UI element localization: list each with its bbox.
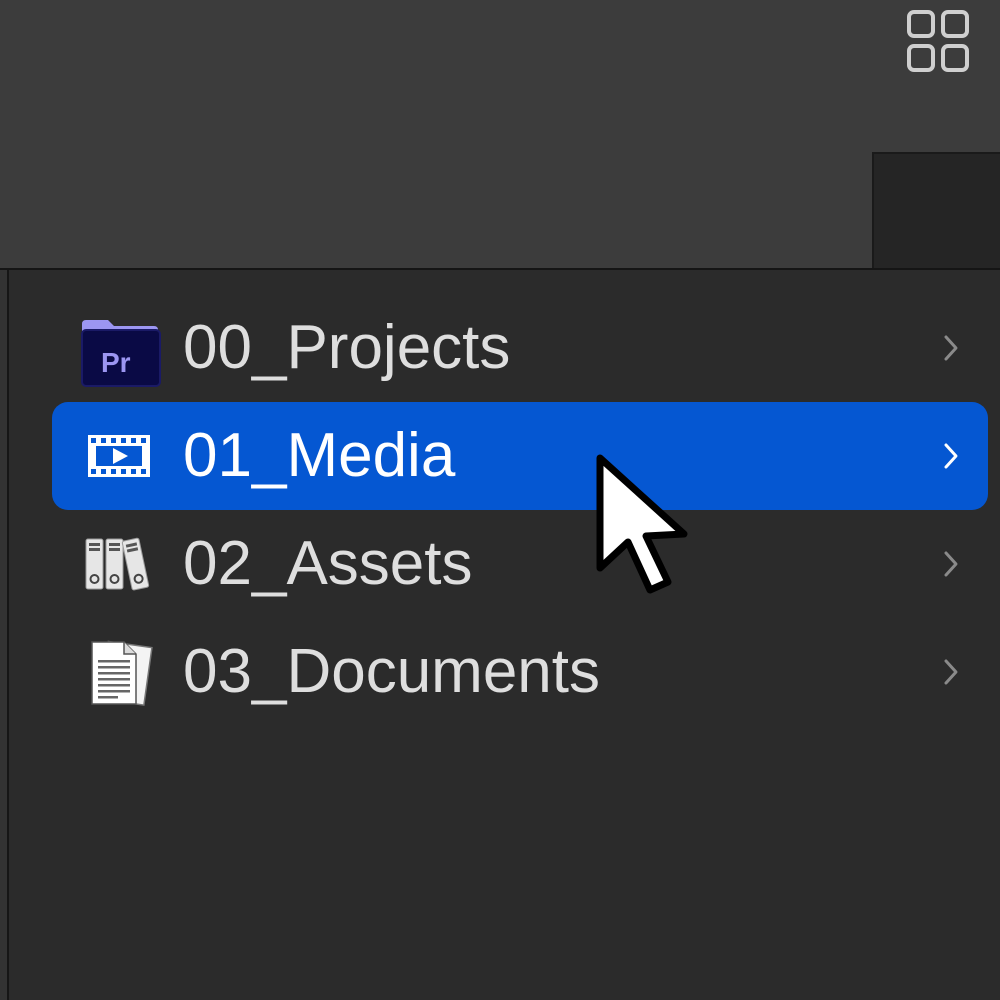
column-divider[interactable]	[0, 270, 9, 1000]
chevron-right-icon	[942, 657, 960, 687]
grid-view-icon	[907, 10, 969, 72]
chevron-right-icon	[942, 441, 960, 471]
premiere-pro-folder-icon: Pr	[78, 306, 162, 390]
binders-icon	[78, 522, 162, 606]
preview-column-header	[872, 152, 1000, 270]
folder-label: 02_Assets	[183, 529, 473, 598]
premiere-pro-icon-text: Pr	[101, 347, 131, 378]
folder-column: Pr 00_Projects 01_Media 02_Assets 03_Doc…	[0, 268, 1000, 1000]
documents-icon	[78, 630, 162, 714]
film-strip-icon	[78, 414, 162, 498]
chevron-right-icon	[942, 333, 960, 363]
folder-row-media[interactable]: 01_Media	[52, 402, 988, 510]
grid-view-button[interactable]	[905, 8, 973, 76]
folder-label: 03_Documents	[183, 637, 601, 706]
chevron-right-icon	[942, 549, 960, 579]
toolbar	[0, 0, 1000, 270]
folder-row-projects[interactable]: Pr 00_Projects	[52, 294, 988, 402]
folder-row-assets[interactable]: 02_Assets	[52, 510, 988, 618]
finder-window: Pr 00_Projects 01_Media 02_Assets 03_Doc…	[0, 0, 1000, 1000]
folder-label: 00_Projects	[183, 313, 511, 382]
folder-row-documents[interactable]: 03_Documents	[52, 618, 988, 726]
folder-label: 01_Media	[183, 421, 456, 490]
